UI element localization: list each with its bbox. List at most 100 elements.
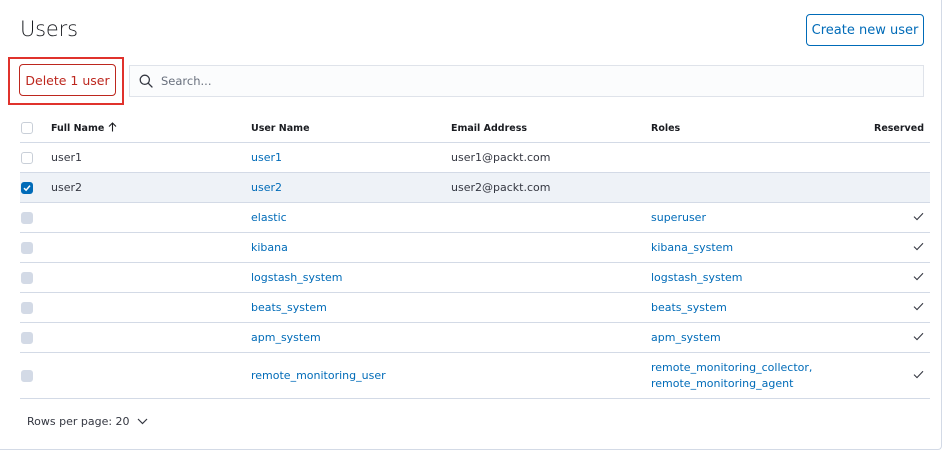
roles-cell: beats_system — [651, 292, 864, 323]
check-icon — [913, 212, 924, 221]
roles-cell: kibana_system — [651, 232, 864, 263]
email-cell — [451, 352, 651, 399]
reserved-cell — [864, 262, 930, 293]
full-name-cell — [51, 202, 251, 233]
reserved-cell — [864, 172, 930, 203]
row-checkbox[interactable] — [21, 182, 33, 194]
column-header-user-name[interactable]: User Name — [251, 114, 451, 143]
row-select-cell — [20, 202, 51, 233]
role-link[interactable]: apm_system — [651, 331, 721, 344]
full-name-cell — [51, 322, 251, 353]
roles-cell: logstash_system — [651, 262, 864, 293]
row-select-cell — [20, 232, 51, 263]
user-name-cell: logstash_system — [251, 262, 451, 293]
row-select-cell — [20, 322, 51, 353]
full-name-cell — [51, 262, 251, 293]
reserved-cell — [864, 142, 930, 173]
search-bar[interactable] — [129, 65, 924, 97]
row-checkbox — [21, 370, 33, 382]
email-cell — [451, 292, 651, 323]
table-row: user2 user2 user2@packt.com — [20, 172, 930, 203]
users-table: Full Name User Name Email Address Roles … — [20, 114, 930, 399]
column-header-reserved[interactable]: Reserved — [864, 114, 930, 143]
email-cell: user1@packt.com — [451, 142, 651, 173]
reserved-cell — [864, 322, 930, 353]
user-name-link[interactable]: remote_monitoring_user — [251, 369, 386, 382]
role-link[interactable]: remote_monitoring_collector, — [651, 361, 812, 374]
role-link[interactable]: beats_system — [651, 301, 727, 314]
user-name-cell: remote_monitoring_user — [251, 352, 451, 399]
user-name-link[interactable]: logstash_system — [251, 271, 343, 284]
role-link[interactable]: kibana_system — [651, 241, 733, 254]
user-name-cell: kibana — [251, 232, 451, 263]
users-panel: Users Create new user Delete 1 user Full… — [0, 0, 942, 450]
table-row: beats_system beats_system — [20, 292, 930, 323]
role-link[interactable]: superuser — [651, 211, 706, 224]
user-name-link[interactable]: kibana — [251, 241, 288, 254]
user-name-link[interactable]: beats_system — [251, 301, 327, 314]
full-name-cell: user1 — [51, 142, 251, 173]
table-row: user1 user1 user1@packt.com — [20, 142, 930, 173]
chevron-down-icon — [137, 418, 147, 425]
reserved-cell — [864, 352, 930, 399]
full-name-cell: user2 — [51, 172, 251, 203]
table-header-row: Full Name User Name Email Address Roles … — [20, 114, 930, 143]
user-name-cell: user1 — [251, 142, 451, 173]
email-cell — [451, 322, 651, 353]
role-link[interactable]: remote_monitoring_agent — [651, 377, 793, 390]
page-title: Users — [20, 17, 78, 41]
roles-cell: superuser — [651, 202, 864, 233]
roles-cell: apm_system — [651, 322, 864, 353]
user-name-cell: beats_system — [251, 292, 451, 323]
roles-cell: remote_monitoring_collector, remote_monit… — [651, 352, 864, 399]
user-name-link[interactable]: user2 — [251, 181, 282, 194]
check-icon — [913, 272, 924, 281]
arrow-up-icon — [108, 122, 117, 132]
table-row: kibana kibana_system — [20, 232, 930, 263]
role-link[interactable]: logstash_system — [651, 271, 743, 284]
row-select-cell — [20, 352, 51, 399]
select-all-cell — [20, 114, 51, 143]
delete-users-button[interactable]: Delete 1 user — [19, 64, 116, 96]
roles-cell — [651, 172, 864, 203]
row-checkbox — [21, 332, 33, 344]
reserved-cell — [864, 232, 930, 263]
user-name-link[interactable]: apm_system — [251, 331, 321, 344]
full-name-cell — [51, 352, 251, 399]
table-row: elastic superuser — [20, 202, 930, 233]
check-icon — [913, 370, 924, 379]
search-icon — [139, 74, 153, 88]
reserved-cell — [864, 292, 930, 323]
user-name-cell: user2 — [251, 172, 451, 203]
table-row: logstash_system logstash_system — [20, 262, 930, 293]
row-checkbox — [21, 272, 33, 284]
search-input[interactable] — [161, 74, 901, 88]
full-name-cell — [51, 232, 251, 263]
column-header-full-name-label: Full Name — [51, 123, 105, 134]
user-name-link[interactable]: user1 — [251, 151, 282, 164]
user-name-cell: apm_system — [251, 322, 451, 353]
email-cell — [451, 202, 651, 233]
row-select-cell — [20, 142, 51, 173]
reserved-cell — [864, 202, 930, 233]
email-cell: user2@packt.com — [451, 172, 651, 203]
column-header-email[interactable]: Email Address — [451, 114, 651, 143]
row-checkbox — [21, 212, 33, 224]
checkmark-icon — [23, 185, 31, 192]
user-name-link[interactable]: elastic — [251, 211, 287, 224]
full-name-cell — [51, 292, 251, 323]
create-new-user-button[interactable]: Create new user — [806, 14, 924, 46]
table-row: apm_system apm_system — [20, 322, 930, 353]
user-name-cell: elastic — [251, 202, 451, 233]
select-all-checkbox[interactable] — [21, 122, 33, 134]
check-icon — [913, 302, 924, 311]
column-header-roles: Roles — [651, 114, 864, 143]
roles-cell — [651, 142, 864, 173]
email-cell — [451, 262, 651, 293]
rows-per-page-button[interactable]: Rows per page: 20 — [27, 415, 148, 428]
row-checkbox[interactable] — [21, 152, 33, 164]
row-select-cell — [20, 262, 51, 293]
rows-per-page-label: Rows per page: 20 — [27, 415, 130, 428]
column-header-full-name[interactable]: Full Name — [51, 114, 251, 143]
check-icon — [913, 242, 924, 251]
